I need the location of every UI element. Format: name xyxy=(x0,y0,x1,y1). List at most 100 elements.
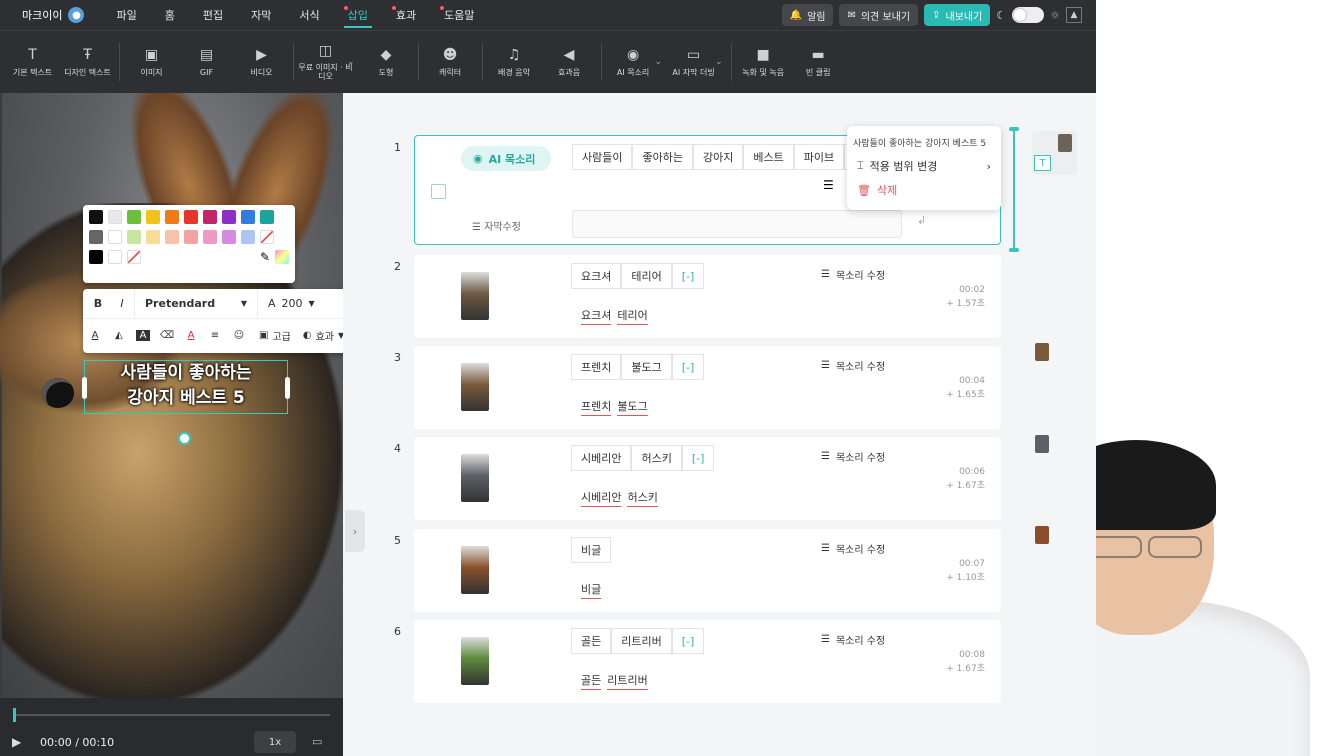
scene-thumbnail[interactable] xyxy=(461,637,489,685)
underline-color-icon[interactable]: A xyxy=(179,330,203,341)
caption-icon[interactable]: ▭ xyxy=(312,735,322,748)
word-chip[interactable]: 허스키 xyxy=(631,445,682,471)
color-swatch[interactable] xyxy=(127,210,141,224)
word-chip[interactable]: 사람들이 xyxy=(572,144,633,170)
resize-handle-left[interactable] xyxy=(82,377,87,399)
color-swatch[interactable] xyxy=(203,230,217,244)
subtitle-word[interactable]: 테리어 xyxy=(617,307,648,325)
toolbar-button-2[interactable]: ▣ 이미지 xyxy=(124,32,179,92)
theme-toggle[interactable] xyxy=(1012,7,1045,23)
color-swatch[interactable] xyxy=(184,230,198,244)
scene-card[interactable]: ☰ 목소리 수정 00:07 + 1.10초 비글 비글 xyxy=(414,529,1001,612)
collapse-up-button[interactable]: ▲ xyxy=(1066,7,1082,23)
ai-voice-chip[interactable]: ◉ AI 목소리 xyxy=(461,146,552,171)
word-chip[interactable]: [-] xyxy=(671,263,705,289)
minimap-thumb[interactable] xyxy=(1035,435,1049,453)
bold-button[interactable]: B xyxy=(86,297,110,310)
collapse-panel-button[interactable]: › xyxy=(345,510,365,552)
caption-edit-input[interactable] xyxy=(572,210,902,238)
toolbar-button-6[interactable]: ◆ 도형 xyxy=(359,32,414,92)
scene-card[interactable]: ☰ 목소리 수정 00:08 + 1.67초 골든 리트리버 골든 리트리버 [-] xyxy=(414,620,1001,703)
effect-button[interactable]: ◐ 효과 ▼ xyxy=(303,328,343,343)
brand-logo[interactable]: 마크이이 ● xyxy=(22,7,85,23)
color-swatch[interactable] xyxy=(222,210,236,224)
advanced-button[interactable]: ▣ 고급 xyxy=(259,328,291,343)
toolbar-button-4[interactable]: ▶ 비디오 xyxy=(234,32,289,92)
toolbar-button-5[interactable]: ◫ 무료 이미지 · 비디오 xyxy=(298,32,353,92)
subtitle-word[interactable]: 프렌치 xyxy=(581,398,612,416)
gradient-swatch[interactable] xyxy=(275,250,289,264)
fill-color-icon[interactable]: ◭ xyxy=(107,330,131,341)
word-chip[interactable]: 불도그 xyxy=(621,354,672,380)
color-swatch[interactable] xyxy=(165,210,179,224)
voice-edit-button[interactable]: ☰ 목소리 수정 xyxy=(821,358,885,373)
toolbar-button-7[interactable]: ☻ 캐릭터 xyxy=(423,32,478,92)
scene-thumbnail[interactable] xyxy=(461,272,489,320)
word-chip[interactable]: 베스트 xyxy=(743,144,794,170)
color-swatch[interactable] xyxy=(203,210,217,224)
scene-card[interactable]: ☰ 목소리 수정 00:02 + 1.57초 요크셔 테리어 요크셔 테리어 [-] xyxy=(414,255,1001,338)
toolbar-button-1[interactable]: Ŧ 디자인 텍스트 xyxy=(60,32,115,92)
avatar-icon[interactable]: ● xyxy=(68,7,85,23)
toolbar-button-11[interactable]: ▭ AI 자막 더빙 xyxy=(666,32,721,92)
caption-textbox[interactable]: 사람들이 좋아하는 강아지 베스트 5 xyxy=(82,360,290,414)
word-chip[interactable]: [-] xyxy=(681,445,715,471)
no-color-swatch[interactable] xyxy=(260,230,274,244)
toolbar-button-12[interactable]: ■ 녹화 및 녹음 xyxy=(736,32,791,92)
align-icon[interactable]: ≡ xyxy=(203,330,227,341)
word-chip[interactable]: 파이브 xyxy=(793,144,845,170)
font-size-select[interactable]: A 200 ▼ xyxy=(258,297,315,310)
scene-card[interactable]: ☰ 목소리 수정 00:04 + 1.65초 프렌치 불도그 프렌치 불도그 [-] xyxy=(414,346,1001,429)
feedback-button[interactable]: ✉ 의견 보내기 xyxy=(839,4,919,26)
word-chip[interactable]: 시베리안 xyxy=(571,445,632,471)
menu-item-6[interactable]: 효과 xyxy=(382,0,430,30)
highlight-icon[interactable]: A xyxy=(136,330,150,341)
toolbar-button-8[interactable]: ♫ 배경 음악 xyxy=(487,32,542,92)
font-select[interactable]: Pretendard ▼ xyxy=(134,288,258,319)
resize-handle-right[interactable] xyxy=(285,377,290,399)
subtitle-word[interactable]: 허스키 xyxy=(627,489,658,507)
scene-card[interactable]: ☰ 목소리 수정 00:06 + 1.67초 시베리안 허스키 시베리안 허스키 [-] xyxy=(414,437,1001,520)
subtitle-word[interactable]: 비글 xyxy=(581,581,602,599)
toolbar-button-9[interactable]: ◀ 효과음 xyxy=(542,32,597,92)
color-swatch[interactable] xyxy=(146,230,160,244)
text-layer-icon[interactable]: T xyxy=(1034,155,1051,171)
color-swatch[interactable] xyxy=(241,210,255,224)
no-color-swatch[interactable] xyxy=(127,250,141,264)
timeline-track[interactable] xyxy=(13,714,330,716)
minimap-thumb[interactable] xyxy=(1058,134,1072,152)
voice-edit-button[interactable]: ☰ 목소리 수정 xyxy=(821,541,885,556)
word-chip[interactable]: 골든 xyxy=(571,628,612,654)
color-swatch[interactable] xyxy=(184,210,198,224)
scene-thumbnail[interactable] xyxy=(461,363,489,411)
word-chip[interactable]: 프렌치 xyxy=(571,354,622,380)
menu-item-4[interactable]: 서식 xyxy=(285,0,333,30)
scene-thumbnail[interactable] xyxy=(461,546,489,594)
word-chip[interactable]: 요크셔 xyxy=(571,263,622,289)
voice-edit-button[interactable]: ☰ 목소리 수정 xyxy=(821,449,885,464)
timeline-thumb[interactable] xyxy=(13,708,16,722)
toolbar-button-10[interactable]: ◉ AI 목소리 xyxy=(606,32,661,92)
delete-item[interactable]: 🗑 삭제 xyxy=(847,178,1001,202)
play-icon[interactable]: ▶ xyxy=(12,735,21,749)
scene-checkbox[interactable] xyxy=(431,184,446,199)
menu-item-3[interactable]: 자막 xyxy=(237,0,285,30)
eyedropper-icon[interactable]: ✎ xyxy=(260,250,270,264)
dropdown-icon[interactable]: ⌄ xyxy=(347,57,355,67)
emoji-icon[interactable]: ☺ xyxy=(227,330,251,341)
color-swatch[interactable] xyxy=(241,230,255,244)
speed-button[interactable]: 1x xyxy=(254,731,296,753)
scene-thumbnail[interactable] xyxy=(461,454,489,502)
menu-item-2[interactable]: 편집 xyxy=(189,0,237,30)
rotate-handle[interactable] xyxy=(178,432,191,445)
subtitle-word[interactable]: 시베리안 xyxy=(581,489,622,507)
voice-edit-button[interactable]: ☰ 목소리 수정 xyxy=(821,267,885,282)
subtitle-word[interactable]: 불도그 xyxy=(617,398,648,416)
settings-icon[interactable]: ☰ xyxy=(823,178,834,192)
toolbar-button-3[interactable]: ▤ GIF xyxy=(179,32,234,92)
color-swatch[interactable] xyxy=(146,210,160,224)
enter-icon[interactable]: ↲ xyxy=(917,214,926,227)
subtitle-word[interactable]: 요크셔 xyxy=(581,307,612,325)
word-chip[interactable]: 테리어 xyxy=(621,263,672,289)
scope-change-item[interactable]: ⌶ 적용 범위 변경 › xyxy=(847,154,1001,178)
